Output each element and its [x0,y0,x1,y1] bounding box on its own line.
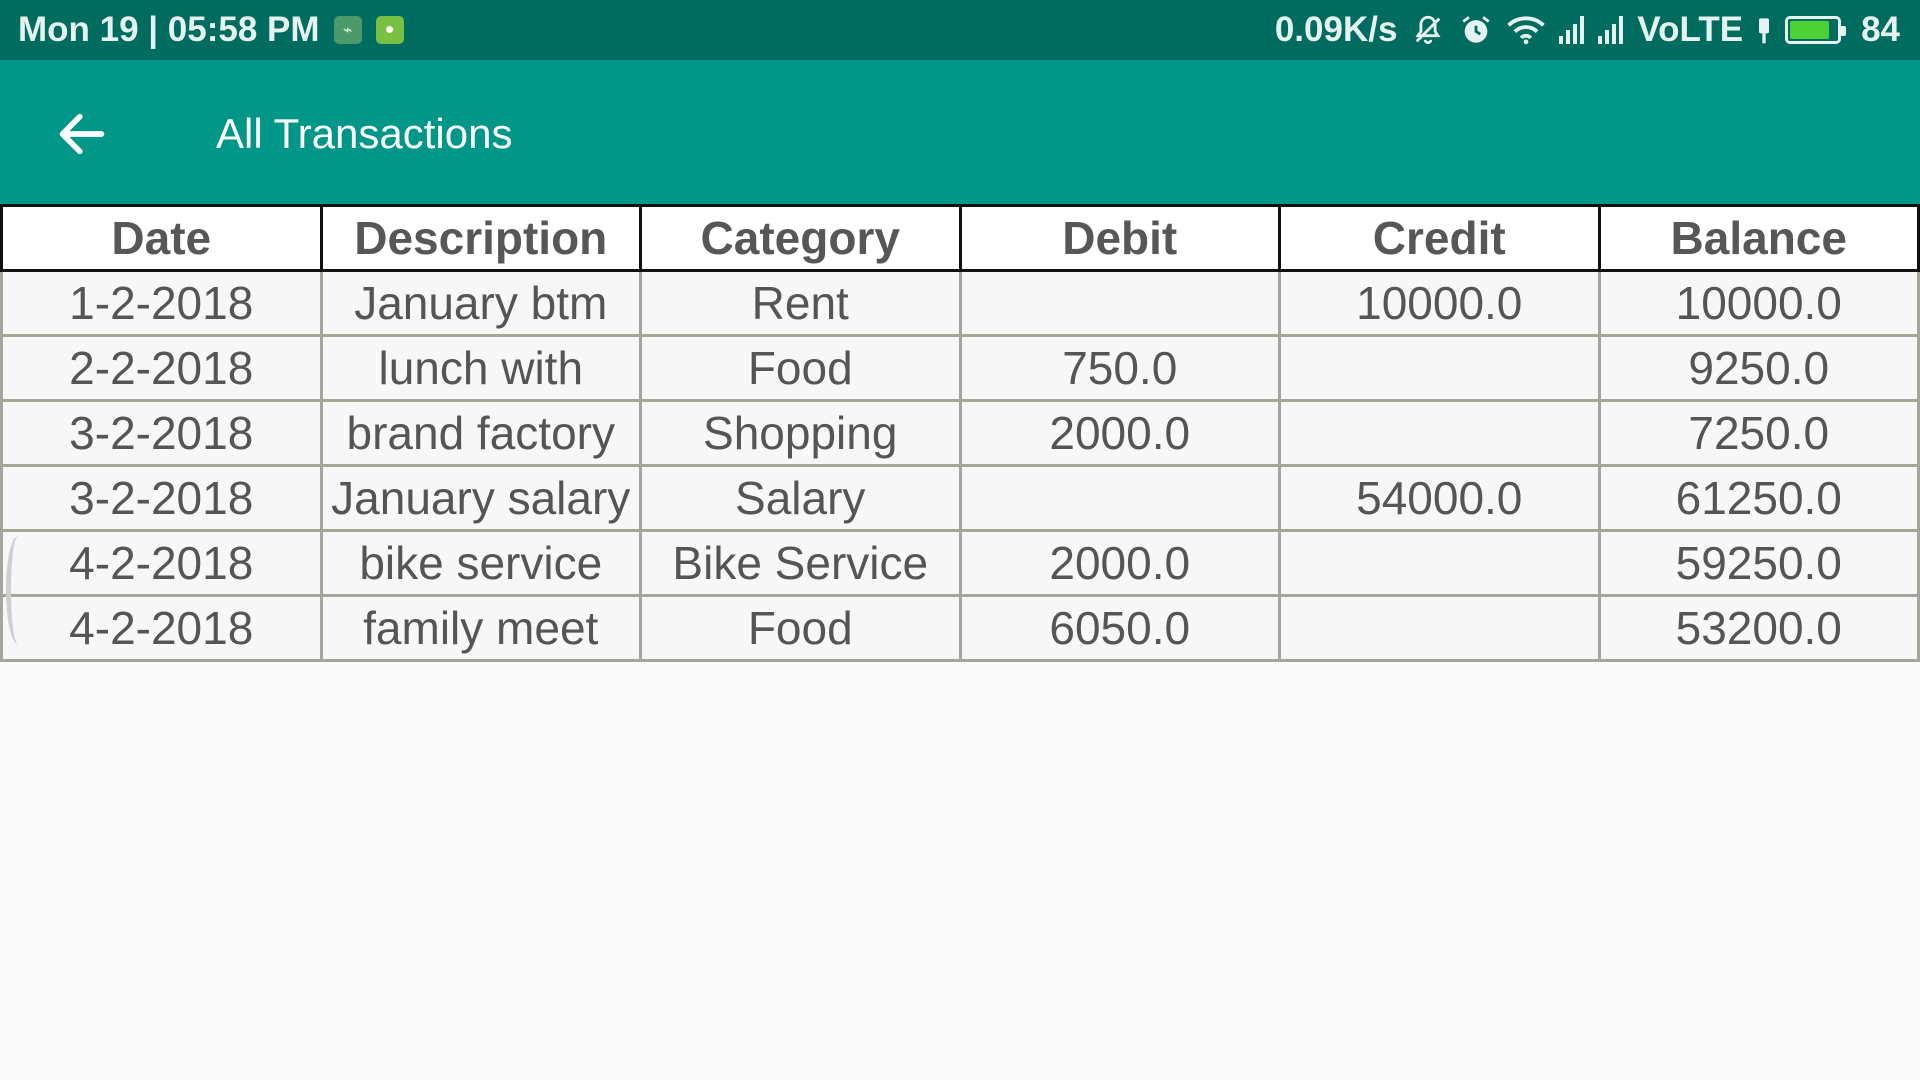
cell-credit [1278,399,1601,467]
signal-icon [1559,16,1585,44]
cell-description: lunch with [319,334,642,402]
cell-description: brand factory [319,399,642,467]
column-header-category: Category [639,204,962,272]
cell-credit [1278,594,1601,662]
cell-credit: 54000.0 [1278,464,1601,532]
column-header-debit: Debit [958,204,1281,272]
table-row[interactable]: 4-2-2018 family meet Food 6050.0 53200.0 [0,594,1920,662]
cell-balance: 59250.0 [1597,529,1920,597]
battery-level: 84 [1861,10,1900,49]
arrow-left-icon [59,113,105,155]
cell-date: 1-2-2018 [0,269,323,337]
android-icon: ● [375,16,404,44]
cell-debit: 2000.0 [958,529,1281,597]
cell-debit: 2000.0 [958,399,1281,467]
cell-description: January salary [319,464,642,532]
column-header-description: Description [319,204,642,272]
cell-debit [958,269,1281,337]
battery-fill [1790,21,1829,39]
cell-balance: 61250.0 [1597,464,1920,532]
cell-description: January btm [319,269,642,337]
wifi-icon [1507,15,1546,45]
cell-category: Food [639,594,962,662]
page-title: All Transactions [216,110,513,157]
cell-description: bike service [319,529,642,597]
cell-balance: 9250.0 [1597,334,1920,402]
status-datetime: Mon 19 | 05:58 PM [18,10,320,49]
table-row[interactable]: 2-2-2018 lunch with Food 750.0 9250.0 [0,334,1920,402]
cell-balance: 53200.0 [1597,594,1920,662]
cell-category: Shopping [639,399,962,467]
signal-icon [1598,16,1624,44]
mute-icon [1411,13,1445,47]
cell-description: family meet [319,594,642,662]
cell-credit [1278,334,1601,402]
transactions-table: Date Description Category Debit Credit B… [0,204,1920,662]
cell-date: 3-2-2018 [0,399,323,467]
cell-balance: 7250.0 [1597,399,1920,467]
network-speed: 0.09K/s [1274,10,1398,49]
table-row[interactable]: 4-2-2018 bike service Bike Service 2000.… [0,529,1920,597]
cell-date: 2-2-2018 [0,334,323,402]
back-button[interactable] [52,104,112,164]
table-row[interactable]: 3-2-2018 brand factory Shopping 2000.0 7… [0,399,1920,467]
cell-credit [1278,529,1601,597]
table-row[interactable]: 1-2-2018 January btm Rent 10000.0 10000.… [0,269,1920,337]
charging-icon [1757,15,1771,45]
overscroll-indicator [6,536,30,644]
column-header-credit: Credit [1278,204,1601,272]
cell-date: 3-2-2018 [0,464,323,532]
cell-debit [958,464,1281,532]
alarm-icon [1459,13,1493,47]
cell-date: 4-2-2018 [0,594,323,662]
usb-debug-icon: ⌁ [333,16,362,44]
status-bar: Mon 19 | 05:58 PM ⌁ ● 0.09K/s VoLTE 84 [0,0,1920,60]
network-type: VoLTE [1637,10,1744,49]
cell-category: Salary [639,464,962,532]
cell-category: Food [639,334,962,402]
cell-category: Rent [639,269,962,337]
app-bar: All Transactions [0,60,1920,204]
cell-balance: 10000.0 [1597,269,1920,337]
cell-date: 4-2-2018 [0,529,323,597]
cell-debit: 6050.0 [958,594,1281,662]
battery-icon [1785,16,1847,44]
cell-debit: 750.0 [958,334,1281,402]
cell-credit: 10000.0 [1278,269,1601,337]
table-row[interactable]: 3-2-2018 January salary Salary 54000.0 6… [0,464,1920,532]
table-header-row: Date Description Category Debit Credit B… [0,204,1920,272]
column-header-balance: Balance [1597,204,1920,272]
cell-category: Bike Service [639,529,962,597]
column-header-date: Date [0,204,323,272]
